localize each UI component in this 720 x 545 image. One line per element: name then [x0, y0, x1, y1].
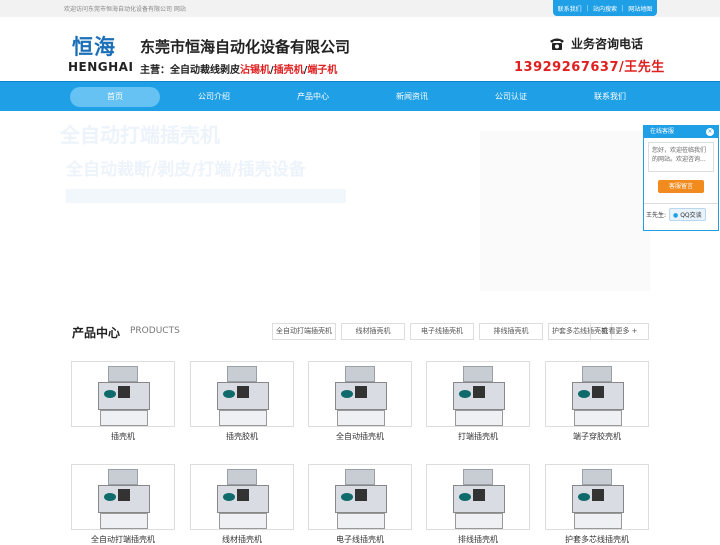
product-name[interactable]: 插壳胶机 [190, 431, 294, 442]
separator: | [621, 4, 624, 12]
slogan-prefix: 主营：全自动裁线剥皮 [140, 65, 240, 76]
qq-chat-label: QQ交谈 [680, 212, 702, 219]
logo-english[interactable]: HENGHAI [68, 60, 133, 74]
product-card[interactable]: 插壳机 [71, 361, 175, 441]
product-image[interactable] [545, 361, 649, 427]
widget-title: 在线客服 [650, 128, 675, 135]
product-image[interactable] [545, 464, 649, 530]
banner-headline: 全自动打端插壳机 [60, 123, 220, 147]
category-tabs: 全自动打端插壳机 线材插壳机 电子线插壳机 排线插壳机 护套多芯线插壳机 [272, 323, 612, 340]
product-card[interactable]: 插壳胶机 [190, 361, 294, 441]
banner-strip [66, 189, 346, 203]
product-card[interactable]: 电子线插壳机 [308, 464, 412, 544]
product-card[interactable]: 护套多芯线插壳机 [545, 464, 649, 544]
product-image[interactable] [71, 464, 175, 530]
section-title: 产品中心 [72, 326, 121, 340]
qq-contact: 王先生: ● QQ交谈 [644, 203, 718, 225]
qq-icon: ● [673, 212, 679, 219]
hero-banner[interactable]: 全自动打端插壳机 全自动裁断/剥皮/打端/插壳设备 [0, 111, 720, 306]
product-image[interactable] [190, 464, 294, 530]
logo-chinese[interactable]: 恒海 [72, 31, 116, 61]
slogan-item: 沾锡机 [240, 65, 270, 76]
separator: | [586, 4, 589, 12]
product-card[interactable]: 全自动插壳机 [308, 361, 412, 441]
product-card[interactable]: 端子穿胶壳机 [545, 361, 649, 441]
nav-item-contact[interactable]: 联系我们 [565, 87, 655, 107]
product-image[interactable] [308, 361, 412, 427]
online-service-widget: 在线客服 × 您好，欢迎莅临我们的网站。欢迎咨询... 客服留言 王先生: ● … [643, 125, 719, 231]
product-image[interactable] [190, 361, 294, 427]
contact-link[interactable]: 联系我们 [558, 4, 582, 13]
phone-label: 业务咨询电话 [549, 35, 643, 52]
qq-chat-button[interactable]: ● QQ交谈 [669, 208, 706, 221]
header: 恒海 HENGHAI 东莞市恒海自动化设备有限公司 主营：全自动裁线剥皮沾锡机/… [62, 17, 665, 80]
product-image[interactable] [308, 464, 412, 530]
top-links: 联系我们 | 站内搜索 | 网站地图 [553, 0, 657, 16]
slogan-item: 端子机 [307, 65, 338, 76]
site-search-link[interactable]: 站内搜索 [593, 4, 617, 13]
product-card[interactable]: 排线插壳机 [426, 464, 530, 544]
product-name[interactable]: 全自动插壳机 [308, 431, 412, 442]
section-title-en: PRODUCTS [130, 326, 180, 336]
nav-item-news[interactable]: 新闻资讯 [367, 87, 457, 107]
welcome-text: 欢迎访问东莞市恒海自动化设备有限公司 网站 [64, 6, 186, 13]
phone-label-text: 业务咨询电话 [571, 37, 644, 51]
business-slogan: 主营：全自动裁线剥皮沾锡机/插壳机/端子机 [140, 61, 337, 76]
leave-message-button[interactable]: 客服留言 [658, 180, 704, 193]
sitemap-link[interactable]: 网站地图 [628, 4, 652, 13]
tab-category[interactable]: 排线插壳机 [479, 323, 543, 340]
nav-item-certification[interactable]: 公司认证 [466, 87, 556, 107]
view-more-button[interactable]: 查看更多 + [590, 323, 649, 340]
close-icon[interactable]: × [706, 128, 714, 136]
product-image[interactable] [426, 361, 530, 427]
company-name: 东莞市恒海自动化设备有限公司 [140, 38, 351, 56]
product-image[interactable] [71, 361, 175, 427]
banner-subheadline: 全自动裁断/剥皮/打端/插壳设备 [66, 160, 306, 180]
top-bar: 欢迎访问东莞市恒海自动化设备有限公司 网站 联系我们 | 站内搜索 | 网站地图 [0, 0, 720, 17]
main-nav: 首页 公司介绍 产品中心 新闻资讯 公司认证 联系我们 [0, 81, 720, 111]
product-card[interactable]: 打端插壳机 [426, 361, 530, 441]
contact-name: 王先生: [646, 212, 667, 219]
tab-category[interactable]: 全自动打端插壳机 [272, 323, 336, 340]
nav-item-home[interactable]: 首页 [70, 87, 160, 107]
product-image[interactable] [426, 464, 530, 530]
nav-item-products[interactable]: 产品中心 [268, 87, 358, 107]
widget-header: 在线客服 × [644, 126, 718, 138]
tab-category[interactable]: 电子线插壳机 [410, 323, 474, 340]
product-name[interactable]: 插壳机 [71, 431, 175, 442]
phone-icon [550, 38, 564, 50]
banner-machine-image [480, 131, 650, 291]
product-name[interactable]: 打端插壳机 [426, 431, 530, 442]
product-name[interactable]: 端子穿胶壳机 [545, 431, 649, 442]
widget-message: 您好，欢迎莅临我们的网站。欢迎咨询... [648, 142, 714, 172]
nav-item-about[interactable]: 公司介绍 [169, 87, 259, 107]
product-card[interactable]: 线材插壳机 [190, 464, 294, 544]
slogan-item: 插壳机 [273, 65, 304, 76]
tab-category[interactable]: 线材插壳机 [341, 323, 405, 340]
phone-number: 13929267637/王先生 [514, 60, 665, 75]
product-card[interactable]: 全自动打端插壳机 [71, 464, 175, 544]
